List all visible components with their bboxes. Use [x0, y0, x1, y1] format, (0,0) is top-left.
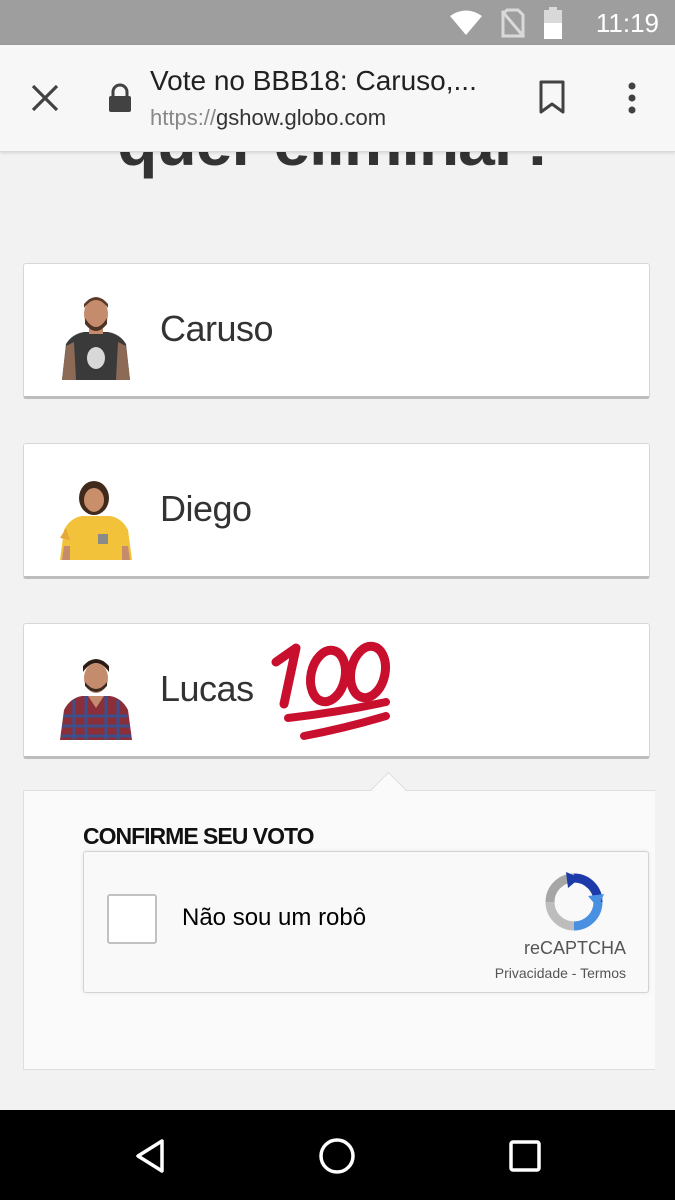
recents-button[interactable] — [501, 1132, 549, 1180]
status-icons — [449, 7, 563, 39]
recaptcha-logo-icon — [545, 872, 604, 931]
back-triangle-icon — [136, 1139, 164, 1173]
bookmark-icon — [539, 80, 565, 114]
recaptcha-links: Privacidade - Termos — [495, 965, 626, 981]
close-button[interactable] — [22, 75, 68, 121]
lucas-photo — [60, 659, 132, 740]
no-sim-icon — [501, 8, 525, 38]
bookmark-button[interactable] — [532, 75, 572, 119]
hundred-points-emoji — [271, 641, 390, 740]
url-host: gshow.globo.com — [216, 105, 387, 130]
links-separator: - — [567, 965, 581, 981]
confirm-vote-panel: CONFIRME SEU VOTO Não sou um robô reCAPT… — [23, 771, 655, 1070]
candidate-card-lucas[interactable]: Lucas — [23, 623, 650, 759]
candidate-card-diego[interactable]: Diego — [23, 443, 650, 579]
wifi-icon — [450, 10, 482, 35]
recaptcha-label: Não sou um robô — [182, 904, 367, 931]
close-icon — [31, 84, 59, 112]
browser-toolbar: Vote no BBB18: Caruso,... https://gshow.… — [0, 45, 675, 152]
status-time: 11:19 — [595, 8, 659, 38]
battery-icon — [544, 7, 562, 39]
heading-clip: quer eliminar? — [0, 150, 675, 190]
recaptcha-brand: reCAPTCHA — [523, 938, 626, 958]
candidate-name: Diego — [160, 488, 252, 529]
lock-icon — [109, 83, 131, 112]
home-circle-icon — [319, 1138, 355, 1174]
confirm-vote-title: CONFIRME SEU VOTO — [83, 823, 314, 849]
recents-square-icon — [509, 1140, 541, 1172]
page-url[interactable]: https://gshow.globo.com — [150, 105, 386, 131]
diego-photo — [60, 481, 132, 560]
recaptcha-widget: Não sou um robô reCAPTCHA Privacidade - … — [83, 851, 649, 993]
terms-link[interactable]: Termos — [580, 965, 626, 981]
recaptcha-checkbox[interactable] — [107, 894, 157, 944]
candidate-name: Lucas — [160, 668, 254, 709]
candidate-name: Caruso — [160, 308, 274, 349]
panel-arrow — [370, 771, 407, 808]
candidate-card-caruso[interactable]: Caruso — [23, 263, 650, 399]
caruso-photo — [62, 297, 130, 380]
url-scheme: https:// — [150, 105, 217, 130]
more-options-button[interactable] — [614, 75, 650, 121]
question-heading: quer eliminar? — [0, 150, 675, 180]
status-bar: 11:19 — [0, 0, 675, 45]
page-title: Vote no BBB18: Caruso,... — [150, 65, 477, 96]
navigation-bar — [0, 1110, 675, 1200]
privacy-link[interactable]: Privacidade — [495, 965, 568, 981]
back-button[interactable] — [126, 1132, 174, 1180]
home-button[interactable] — [313, 1132, 361, 1180]
more-vert-icon — [628, 82, 636, 114]
